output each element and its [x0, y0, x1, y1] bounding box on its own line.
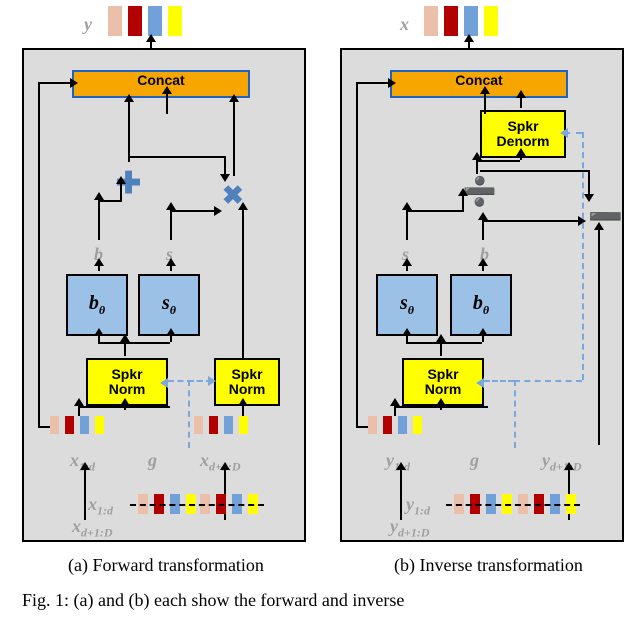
arrow [406, 210, 462, 212]
arrow [476, 160, 520, 162]
arrow [440, 406, 442, 410]
arrow [124, 406, 126, 410]
arrow [356, 426, 368, 428]
arrow [98, 200, 100, 240]
dashed-link [188, 380, 190, 448]
arrow [482, 220, 578, 222]
caption-b: (b) Inverse transformation [394, 555, 583, 576]
arrow [482, 266, 484, 271]
arrow [150, 42, 152, 48]
dashed-link [514, 380, 516, 448]
arrow [38, 82, 40, 426]
arrow [128, 156, 224, 158]
arrow [38, 426, 50, 428]
arrow [520, 156, 522, 160]
split-dash [130, 504, 264, 506]
s-theta-box-r: sθ [376, 274, 438, 336]
arrow [588, 170, 590, 194]
arrow [170, 336, 172, 342]
dashed-link [484, 380, 514, 382]
figure-panels: y x Concat ✚ ✖ b s bθ sθ Spkr Norm Spkr … [0, 0, 640, 570]
b-theta-box: bθ [66, 274, 128, 336]
arrow [482, 336, 484, 342]
arrow [406, 266, 408, 271]
arrow [520, 98, 522, 108]
arrow [98, 200, 120, 202]
arrow [98, 342, 170, 344]
output-y-bars [108, 6, 182, 36]
split-yd1D-label: yd+1:D [390, 516, 430, 541]
arrow [242, 210, 244, 358]
concat-box-r: Concat [390, 70, 568, 98]
arrow [406, 342, 482, 344]
dashed-arrowhead [208, 376, 216, 386]
arrow [476, 160, 478, 174]
arrow [598, 230, 600, 445]
inverse-panel: Concat Spkr Denorm ➗ ➖ s b sθ bθ Spkr No… [340, 48, 624, 542]
split-y1d-label: y1:d [406, 494, 430, 519]
arrow [462, 196, 464, 212]
y1d-bars [368, 416, 422, 434]
arrow [120, 184, 122, 202]
arrow [356, 82, 358, 426]
split-x1d-label: x1:d [88, 494, 113, 519]
arrow [242, 406, 244, 416]
output-x-label: x [400, 14, 409, 35]
yd1D-label: yd+1:D [542, 450, 582, 475]
forward-panel: Concat ✚ ✖ b s bθ sθ Spkr Norm Spkr Norm… [22, 48, 306, 542]
arrow [84, 470, 86, 520]
dashed-arrowhead [560, 128, 568, 138]
split-xd1D-label: xd+1:D [72, 516, 113, 541]
arrow [128, 102, 130, 162]
arrow [440, 342, 442, 356]
arrow [406, 336, 408, 342]
g-label: g [148, 450, 157, 471]
arrow [170, 210, 172, 240]
arrow [98, 266, 100, 271]
arrow [224, 156, 226, 174]
arrow [484, 94, 486, 114]
arrow [233, 102, 235, 176]
arrow [98, 336, 100, 342]
arrow [170, 266, 172, 271]
arrow [356, 82, 388, 84]
arrow [480, 170, 588, 172]
split-dash-r [446, 504, 580, 506]
x1d-bars [50, 416, 104, 434]
arrow [166, 94, 168, 114]
dashed-link [514, 380, 582, 382]
s-theta-box: sθ [138, 274, 200, 336]
arrow [400, 470, 402, 520]
arrow [170, 210, 214, 212]
arrow [124, 342, 126, 356]
g-label-r: g [470, 450, 479, 471]
concat-box: Concat [72, 70, 250, 98]
b-theta-box-r: bθ [450, 274, 512, 336]
dashed-link [582, 132, 584, 380]
arrow [38, 82, 70, 84]
output-y-label: y [84, 14, 92, 35]
arrow [482, 220, 484, 240]
caption-a: (a) Forward transformation [68, 555, 264, 576]
figure-caption: Fig. 1: (a) and (b) each show the forwar… [22, 590, 618, 611]
xd1D-bars [194, 416, 248, 434]
arrow [468, 42, 470, 48]
arrow [406, 210, 408, 240]
output-x-bars [424, 6, 498, 36]
